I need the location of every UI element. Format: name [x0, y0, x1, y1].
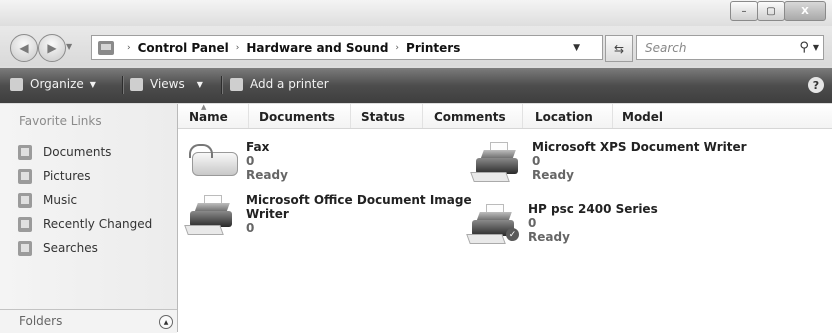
folders-bar[interactable]: Folders ▲	[0, 309, 177, 333]
printer-name: Fax	[246, 140, 270, 154]
recently-changed-icon	[18, 216, 32, 232]
forward-arrow-icon: ▶	[47, 41, 57, 55]
printer-icon	[470, 140, 528, 184]
column-comments[interactable]: Comments	[434, 110, 506, 124]
breadcrumb-control-panel[interactable]: Control Panel	[138, 41, 229, 55]
column-divider[interactable]	[350, 104, 351, 128]
column-header: ▲ Name Documents Status Comments Locatio…	[178, 103, 832, 129]
recent-pages-dropdown[interactable]: ▼	[66, 42, 72, 51]
nav-item-label: Searches	[43, 241, 98, 255]
printer-tile-fax[interactable]: Fax 0 Ready	[186, 140, 288, 184]
window-controls: – ▢ X	[730, 1, 826, 21]
title-bar: – ▢ X	[0, 0, 832, 26]
expand-folders-icon[interactable]: ▲	[159, 315, 173, 329]
back-arrow-icon: ◀	[19, 41, 29, 55]
address-dropdown-icon[interactable]: ▼	[573, 43, 580, 53]
address-row: ◀ ▶ ▼ › Control Panel › Hardware and Sou…	[0, 26, 832, 66]
organize-label: Organize	[30, 77, 84, 91]
fax-icon	[186, 140, 242, 184]
folders-label: Folders	[19, 314, 63, 328]
printer-tile-xps-writer[interactable]: Microsoft XPS Document Writer 0 Ready	[470, 140, 747, 184]
printer-name: HP psc 2400 Series	[528, 202, 658, 216]
back-button[interactable]: ◀	[10, 34, 38, 62]
printer-name: Microsoft Office Document Image	[246, 193, 472, 207]
breadcrumb-printers[interactable]: Printers	[406, 41, 460, 55]
toolbar-divider	[221, 76, 222, 94]
nav-item-label: Documents	[43, 145, 112, 159]
views-button[interactable]: Views ▼	[130, 77, 203, 91]
column-divider[interactable]	[422, 104, 423, 128]
chevron-down-icon: ▼	[196, 79, 203, 89]
column-location[interactable]: Location	[535, 110, 593, 124]
column-divider[interactable]	[248, 104, 249, 128]
search-input[interactable]: Search	[637, 41, 799, 55]
search-icon[interactable]: ⚲	[799, 40, 809, 55]
breadcrumb-separator[interactable]: ›	[127, 43, 131, 53]
column-status[interactable]: Status	[361, 110, 405, 124]
column-divider[interactable]	[612, 104, 613, 128]
breadcrumb-separator[interactable]: ›	[395, 43, 399, 53]
search-box[interactable]: Search ⚲ ▼	[636, 35, 824, 60]
printer-icon	[184, 193, 242, 237]
navigation-pane: Favorite Links Documents Pictures Music …	[0, 104, 178, 333]
help-icon: ?	[812, 78, 820, 92]
minimize-button[interactable]: –	[730, 1, 758, 21]
favorite-links-heading: Favorite Links	[19, 114, 102, 128]
breadcrumb-separator[interactable]: ›	[236, 43, 240, 53]
explorer-window: – ▢ X ◀ ▶ ▼ › Control Panel › Hardware a…	[0, 0, 832, 333]
refresh-button[interactable]: ⇆	[605, 35, 633, 62]
printer-status: Ready	[246, 168, 288, 182]
add-printer-label: Add a printer	[250, 77, 329, 91]
nav-item-music[interactable]: Music	[18, 188, 152, 212]
file-list: ▲ Name Documents Status Comments Locatio…	[178, 103, 832, 332]
close-button[interactable]: X	[784, 1, 826, 21]
column-model[interactable]: Model	[622, 110, 663, 124]
breadcrumb-hardware-and-sound[interactable]: Hardware and Sound	[246, 41, 388, 55]
nav-item-recently-changed[interactable]: Recently Changed	[18, 212, 152, 236]
help-button[interactable]: ?	[808, 77, 824, 93]
printer-document-count: 0	[528, 216, 537, 230]
forward-button[interactable]: ▶	[38, 34, 66, 62]
column-divider[interactable]	[522, 104, 523, 128]
printer-document-count: 0	[246, 221, 255, 235]
control-panel-icon	[98, 40, 114, 55]
organize-icon	[10, 77, 23, 91]
command-bar: Organize ▼ Views ▼ Add a printer ?	[0, 68, 832, 103]
printer-status: Ready	[532, 168, 574, 182]
default-check-icon: ✓	[506, 228, 519, 241]
add-printer-icon	[230, 77, 243, 91]
column-name[interactable]: Name	[189, 110, 228, 124]
organize-button[interactable]: Organize ▼	[10, 77, 96, 91]
printer-document-count: 0	[246, 154, 255, 168]
maximize-button[interactable]: ▢	[757, 1, 785, 21]
chevron-down-icon: ▼	[89, 79, 96, 89]
nav-item-label: Music	[43, 193, 78, 207]
refresh-icon: ⇆	[613, 41, 625, 56]
nav-item-documents[interactable]: Documents	[18, 140, 152, 164]
add-printer-button[interactable]: Add a printer	[230, 77, 329, 91]
printer-name: Microsoft XPS Document Writer	[532, 140, 747, 154]
default-printer-icon: ✓	[466, 202, 524, 246]
searches-icon	[18, 240, 32, 256]
nav-item-label: Recently Changed	[43, 217, 153, 231]
nav-item-searches[interactable]: Searches	[18, 236, 152, 260]
search-dropdown-icon[interactable]: ▼	[813, 43, 819, 52]
printer-name-continued: Writer	[246, 207, 289, 221]
favorite-links-list: Documents Pictures Music Recently Change…	[18, 140, 152, 260]
printer-tile-hp-psc-2400[interactable]: ✓ HP psc 2400 Series 0 Ready	[466, 202, 658, 246]
nav-item-pictures[interactable]: Pictures	[18, 164, 152, 188]
printer-status: Ready	[528, 230, 570, 244]
views-label: Views	[150, 77, 185, 91]
nav-item-label: Pictures	[43, 169, 91, 183]
documents-icon	[18, 144, 32, 160]
views-icon	[130, 77, 143, 91]
music-icon	[18, 192, 32, 208]
printer-tile-office-image-writer[interactable]: Microsoft Office Document Image Writer 0	[184, 193, 472, 237]
toolbar-divider	[122, 76, 123, 94]
pictures-icon	[18, 168, 32, 184]
printer-document-count: 0	[532, 154, 541, 168]
address-bar[interactable]: › Control Panel › Hardware and Sound › P…	[91, 35, 603, 60]
column-documents[interactable]: Documents	[259, 110, 335, 124]
